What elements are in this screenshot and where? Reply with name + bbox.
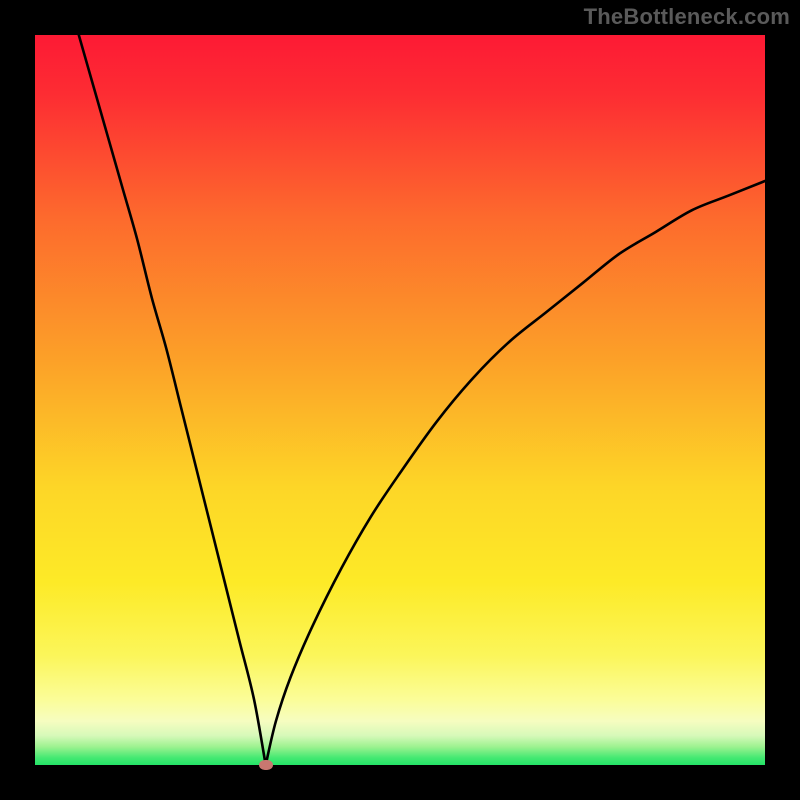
watermark: TheBottleneck.com [584,4,790,30]
chart-frame: TheBottleneck.com [0,0,800,800]
minimum-marker [259,760,273,770]
bottleneck-curve [79,35,765,765]
plot-area [35,35,765,765]
curve-svg [35,35,765,765]
